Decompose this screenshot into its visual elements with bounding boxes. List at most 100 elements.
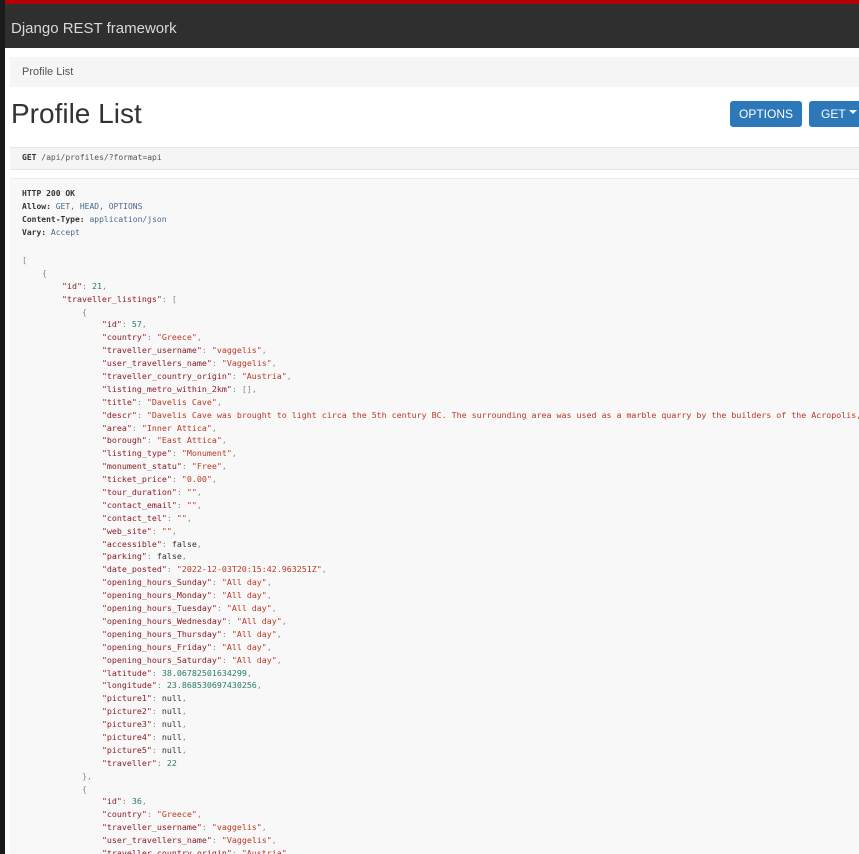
get-button[interactable]: GET: [809, 101, 859, 127]
json-key: "id": [61, 280, 82, 291]
json-string-value: "Vaggelis": [221, 358, 272, 369]
json-line: "descr": "Davelis Cave was brought to li…: [22, 409, 859, 422]
request-path: /api/profiles/?format=api: [41, 153, 162, 162]
json-key: "contact_email": [101, 499, 177, 510]
json-line: "latitude": 38.06782501634299,: [101, 667, 252, 678]
json-string-value: "0.00": [181, 474, 212, 485]
json-punctuation: ,: [266, 577, 272, 588]
json-key: "tour_duration": [101, 487, 177, 498]
json-key: "listing_metro_within_2km": [101, 383, 232, 394]
json-punctuation: ,: [271, 835, 277, 846]
json-line: "opening_hours_Wednesday": "All day",: [101, 615, 287, 626]
json-line: "tour_duration": "",: [101, 487, 202, 498]
json-punctuation: ,: [181, 706, 187, 717]
json-line: },: [22, 770, 859, 783]
json-key: "picture4": [101, 731, 152, 742]
json-punctuation: ,: [181, 551, 187, 562]
json-number-value: 21: [91, 280, 102, 291]
json-line: [: [22, 254, 859, 267]
json-punctuation: ,: [181, 719, 187, 730]
json-key: "accessible": [101, 538, 162, 549]
json-line: "opening_hours_Tuesday": "All day",: [101, 603, 277, 614]
json-key: "picture2": [101, 706, 152, 717]
json-punctuation: ,: [286, 371, 292, 382]
json-number-value: 38.06782501634299: [161, 667, 247, 678]
json-key: "descr": [101, 409, 137, 420]
json-key: "opening_hours_Thursday": [101, 628, 222, 639]
json-key: "traveller_username": [101, 345, 202, 356]
json-key: "picture5": [101, 744, 152, 755]
json-number-value: 23.868530697430256: [166, 680, 257, 691]
json-string-value: "All day": [221, 641, 267, 652]
json-punctuation: ,: [261, 345, 267, 356]
json-key: "user_travellers_name": [101, 835, 212, 846]
json-key: "id": [101, 319, 122, 330]
json-line: "picture2": null,: [101, 706, 187, 717]
json-key: "web_site": [101, 525, 152, 536]
json-key: "opening_hours_Saturday": [101, 654, 222, 665]
json-key: "opening_hours_Wednesday": [101, 615, 227, 626]
request-method: GET: [22, 153, 37, 162]
json-key: "listing_type": [101, 448, 172, 459]
json-line: "traveller_country_origin": "Austria",: [101, 371, 292, 382]
json-literal-value: null: [161, 719, 182, 730]
json-string-value: "vaggelis": [211, 822, 262, 833]
json-punctuation: ,: [251, 383, 257, 394]
json-key: "traveller": [101, 757, 157, 768]
json-string-value: "Vaggelis": [221, 835, 272, 846]
header-value-content-type: application/json: [89, 215, 167, 224]
json-number-value: 57: [131, 319, 142, 330]
json-punctuation: ,: [266, 641, 272, 652]
options-button[interactable]: OPTIONS: [730, 101, 802, 127]
json-key: "id": [101, 796, 122, 807]
json-key: "date_posted": [101, 564, 167, 575]
json-punctuation: },: [81, 770, 92, 781]
json-key: "opening_hours_Tuesday": [101, 603, 217, 614]
json-string-value: "Greece": [156, 332, 197, 343]
json-string-value: "": [186, 487, 197, 498]
json-punctuation: ,: [171, 525, 177, 536]
header-name-vary: Vary:: [22, 228, 47, 237]
json-string-value: "": [161, 525, 172, 536]
json-line: "traveller": 22: [101, 757, 177, 768]
json-line: "picture5": null,: [101, 744, 187, 755]
json-line: "id": 21,: [61, 280, 107, 291]
json-string-value: "All day": [231, 628, 277, 639]
json-line: "area": "Inner Attica",: [101, 422, 217, 433]
json-number-value: 36: [131, 796, 142, 807]
json-line: "contact_email": "",: [101, 499, 202, 510]
json-string-value: "Davelis Cave was brought to light circa…: [146, 409, 859, 420]
json-line: "opening_hours_Sunday": "All day",: [101, 577, 272, 588]
navbar-brand[interactable]: Django REST framework: [11, 20, 177, 37]
page-title: Profile List: [11, 98, 142, 129]
json-key: "parking": [101, 551, 147, 562]
get-button-label: GET: [821, 107, 846, 121]
json-line: "id": 36,: [101, 796, 147, 807]
breadcrumb-item-profile-list[interactable]: Profile List: [22, 66, 73, 78]
json-string-value: "vaggelis": [211, 345, 262, 356]
json-punctuation: ,: [281, 615, 287, 626]
json-line: "parking": false,: [101, 551, 187, 562]
json-key: "traveller_username": [101, 822, 202, 833]
json-line: "traveller_username": "vaggelis",: [101, 345, 267, 356]
json-line: {: [22, 783, 859, 796]
json-key: "area": [101, 422, 132, 433]
json-line: {: [22, 267, 859, 280]
json-literal-value: false: [171, 538, 197, 549]
json-punctuation: [: [171, 293, 177, 304]
json-line: "picture1": null,: [101, 693, 187, 704]
response-panel: HTTP 200 OK Allow: GET, HEAD, OPTIONS Co…: [10, 178, 859, 854]
json-punctuation: ,: [266, 590, 272, 601]
json-string-value: "Inner Attica": [141, 422, 212, 433]
json-key: "picture3": [101, 719, 152, 730]
json-key: "opening_hours_Sunday": [101, 577, 212, 588]
json-punctuation: ,: [196, 499, 202, 510]
json-line: "picture4": null,: [101, 731, 187, 742]
json-key: "traveller_country_origin": [101, 847, 232, 854]
caret-down-icon[interactable]: [849, 110, 857, 114]
json-punctuation: ,: [141, 319, 147, 330]
json-key: "latitude": [101, 667, 152, 678]
json-number-value: 22: [166, 757, 177, 768]
json-line: "traveller_username": "vaggelis",: [101, 822, 267, 833]
json-literal-value: null: [161, 693, 182, 704]
